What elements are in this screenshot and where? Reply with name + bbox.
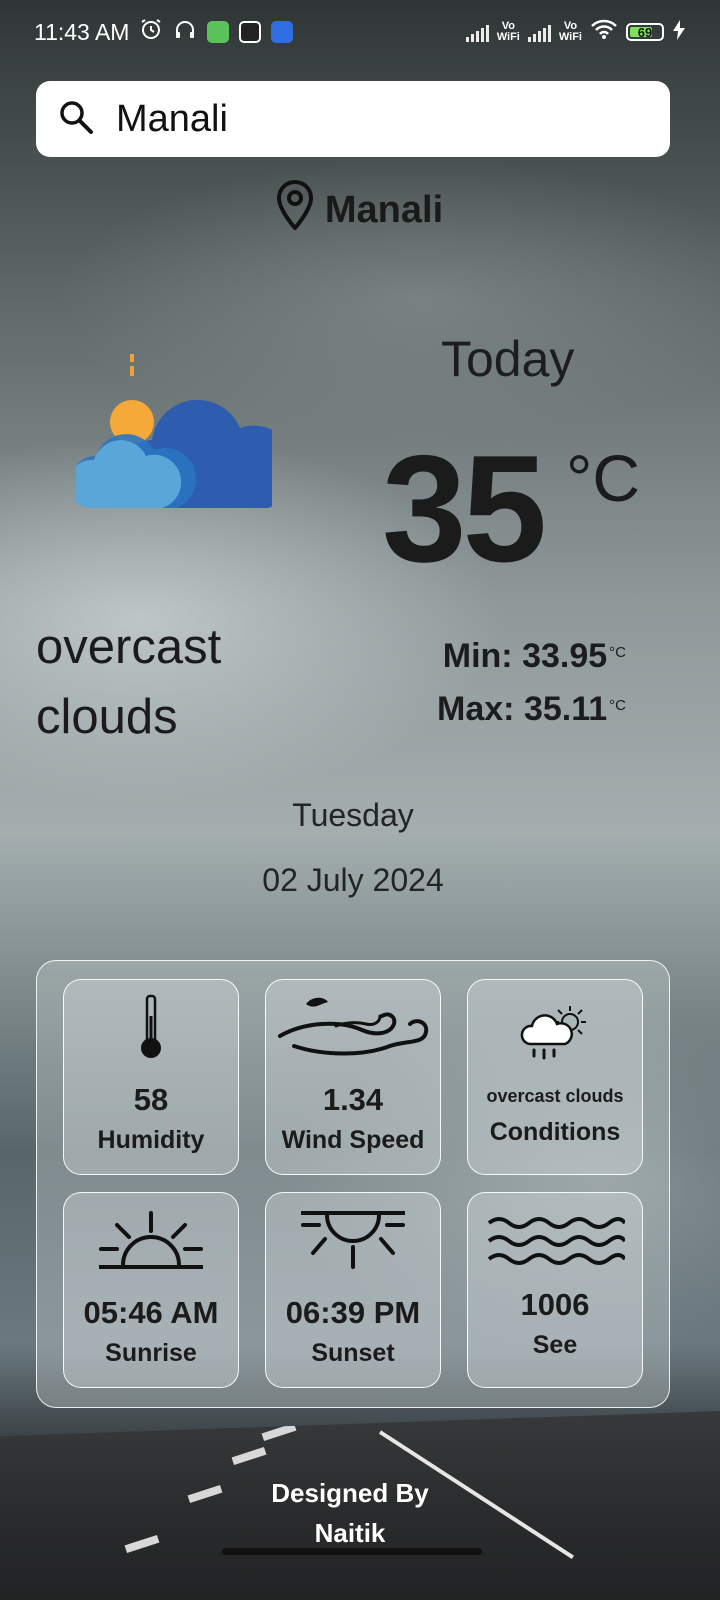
status-bar: 11:43 AM Vo WiFi Vo WiFi 69 <box>0 0 720 64</box>
charging-icon <box>672 19 686 46</box>
vo-wifi-label: Vo WiFi <box>496 20 520 43</box>
conditions-card: overcast clouds Conditions <box>467 979 643 1175</box>
location-name: Manali <box>324 188 444 231</box>
app-icon <box>207 21 230 43</box>
sunrise-icon <box>64 1209 238 1271</box>
footer-credit: Designed By Naitik <box>0 1473 700 1553</box>
partly-cloudy-icon <box>67 352 297 517</box>
battery-level: 69 <box>637 24 653 40</box>
today-label: Today <box>441 331 575 387</box>
sea-level-value: 1006 <box>520 1287 590 1322</box>
wind-speed-value: 1.34 <box>322 1082 384 1117</box>
battery-icon: 69 <box>626 23 664 41</box>
sea-level-label: See <box>532 1331 578 1359</box>
current-temperature: 35 <box>382 424 547 594</box>
min-temperature-value: Min: 33.95 <box>442 637 608 675</box>
humidity-label: Humidity <box>97 1126 205 1154</box>
max-temperature: Max: 35.11 °C <box>406 681 626 734</box>
signal-icon <box>527 22 551 42</box>
sunset-card: 06:39 PM Sunset <box>265 1192 441 1388</box>
sunrise-card: 05:46 AM Sunrise <box>63 1192 239 1388</box>
status-time: 11:43 AM <box>34 18 130 45</box>
weather-description: overcast clouds <box>36 620 222 744</box>
cloud-rain-sun-icon <box>468 1004 642 1062</box>
sunset-icon <box>266 1207 440 1271</box>
wind-speed-label: Wind Speed <box>281 1126 425 1154</box>
wifi-icon <box>590 18 618 46</box>
day-name: Tuesday <box>292 797 414 833</box>
wind-speed-card: 1.34 Wind Speed <box>265 979 441 1175</box>
temperature-unit: °C <box>566 441 641 515</box>
search-input[interactable] <box>114 96 638 142</box>
min-unit: °C <box>609 644 626 661</box>
wind-icon <box>266 996 440 1060</box>
min-max-temperature: Min: 33.95 °C Max: 35.11 °C <box>406 628 626 734</box>
gesture-nav-bar[interactable] <box>222 1548 482 1555</box>
max-temperature-value: Max: 35.11 <box>437 690 608 728</box>
sunset-value: 06:39 PM <box>285 1295 421 1330</box>
sunset-label: Sunset <box>311 1339 395 1367</box>
conditions-value: overcast clouds <box>486 1086 624 1106</box>
footer-line-2: Naitik <box>314 1518 386 1548</box>
search-icon[interactable] <box>58 99 94 140</box>
signal-icon <box>465 22 489 42</box>
app-icon <box>239 21 262 43</box>
location-header: Manali <box>0 179 720 240</box>
conditions-label: Conditions <box>489 1118 621 1146</box>
vo-wifi-label: Vo WiFi <box>558 20 582 43</box>
sea-level-card: 1006 See <box>467 1192 643 1388</box>
sunrise-value: 05:46 AM <box>83 1295 219 1330</box>
weather-details-panel: 58 Humidity 1.34 Wind Speed overcast clo… <box>36 960 670 1408</box>
sunrise-label: Sunrise <box>105 1339 197 1367</box>
search-bar[interactable] <box>36 81 670 157</box>
phone-icon <box>271 21 294 43</box>
alarm-icon <box>139 17 163 47</box>
footer-line-1: Designed By <box>271 1478 429 1508</box>
min-temperature: Min: 33.95 °C <box>406 628 626 681</box>
max-unit: °C <box>609 697 626 714</box>
headphones-icon <box>173 17 197 47</box>
waves-icon <box>468 1213 642 1269</box>
thermometer-icon <box>64 994 238 1060</box>
location-pin-icon <box>276 179 313 240</box>
humidity-value: 58 <box>133 1082 169 1117</box>
humidity-card: 58 Humidity <box>63 979 239 1175</box>
full-date: 02 July 2024 <box>262 862 444 898</box>
